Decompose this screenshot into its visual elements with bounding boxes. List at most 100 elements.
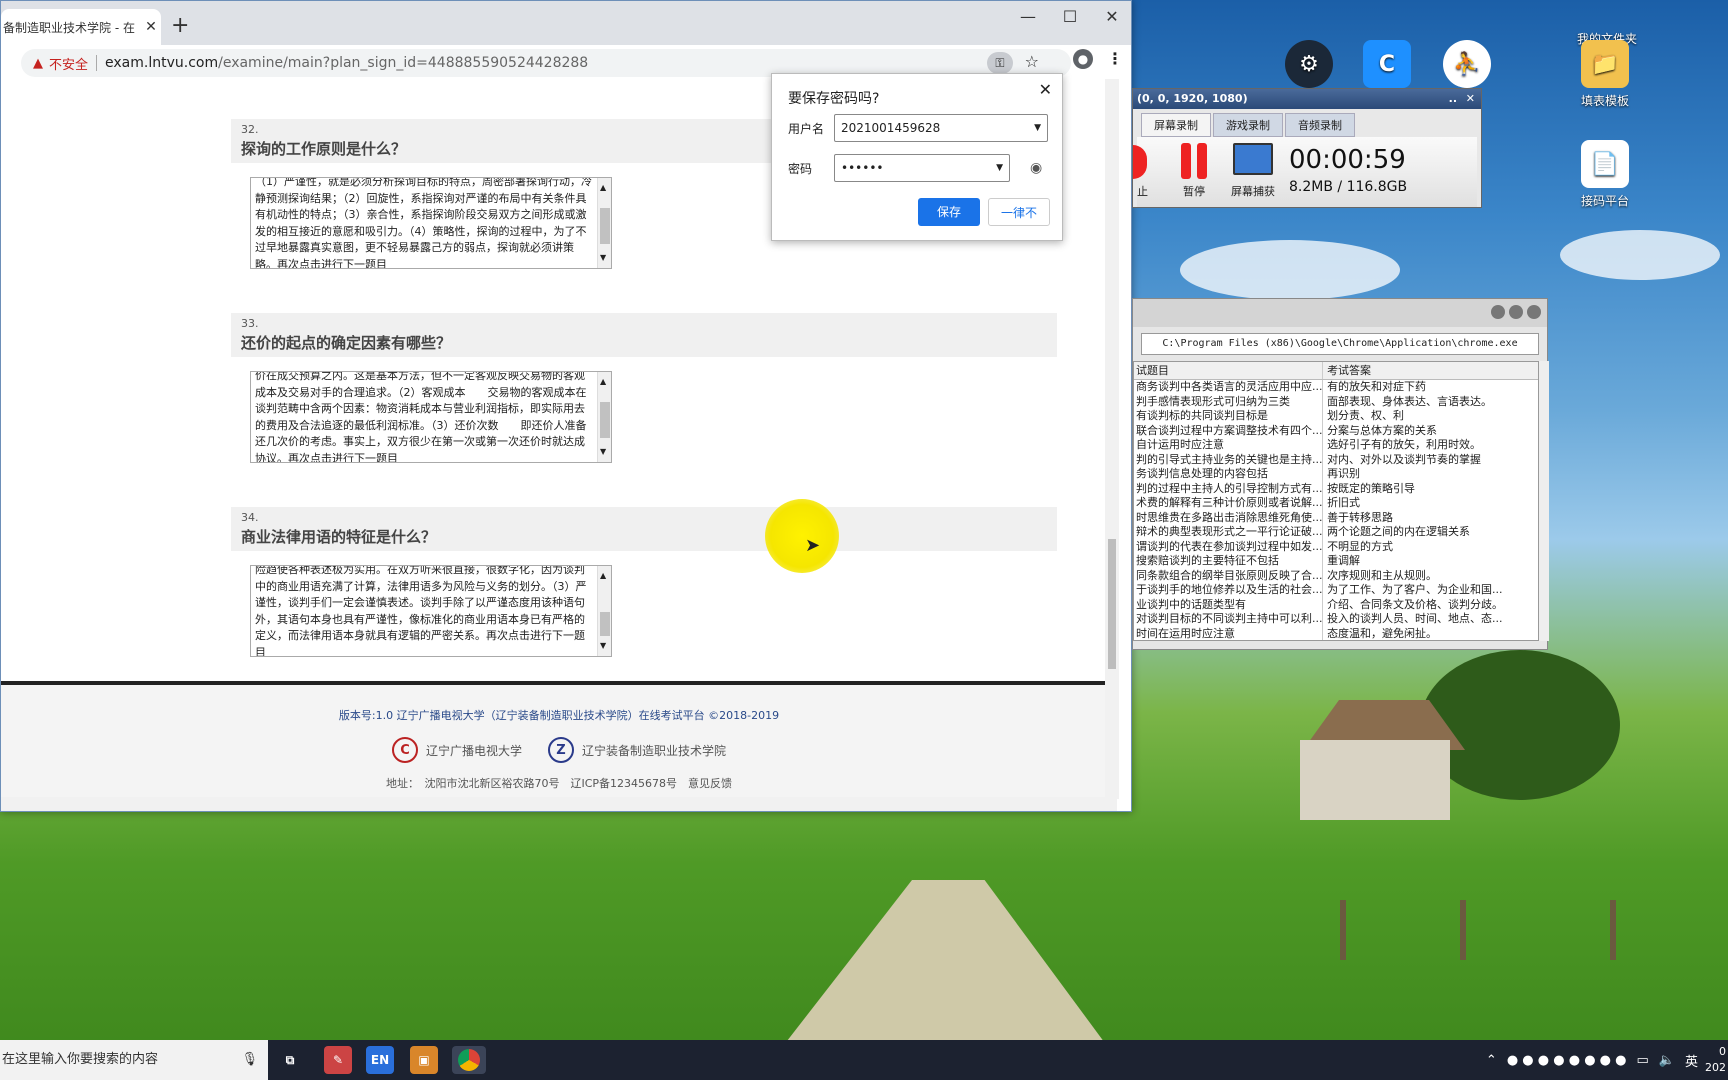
browser-tab[interactable]: 备制造职业技术学院 - 在 ✕ (1, 9, 161, 45)
recorder-title: (0, 0, 1920, 1080) (1137, 92, 1248, 105)
window-minimize-button[interactable]: — (1013, 7, 1043, 26)
scroll-thumb[interactable] (600, 402, 610, 438)
answer-cell: 不明显的方式 (1327, 539, 1394, 553)
recorder-minimize-button[interactable]: .. (1449, 89, 1457, 109)
files-taskbar-icon[interactable]: ▣ (410, 1046, 438, 1074)
table-row[interactable]: 对谈判目标的不同谈判主持中可以利... 投入的谈判人员、时间、地点、态... (1134, 612, 1538, 627)
sport-app-desktop-icon[interactable]: ⛹ (1432, 40, 1502, 92)
stop-icon[interactable] (1133, 145, 1147, 179)
clock[interactable]: 0 202 (1705, 1044, 1726, 1076)
key-icon[interactable]: ⚿ (987, 52, 1013, 74)
insecure-label[interactable]: 不安全 (49, 54, 88, 73)
table-row[interactable]: 务谈判信息处理的内容包括 再识别 (1134, 467, 1538, 482)
tab-audio-record[interactable]: 音频录制 (1285, 113, 1355, 137)
question-cell: 谓谈判的代表在参加谈判过程中如发... (1136, 539, 1324, 554)
table-row[interactable]: 同条款组合的纲举目张原则反映了合... 次序规则和主从规则。 (1134, 568, 1538, 583)
url-path: /examine/main?plan_sign_id=4488855905244… (218, 55, 589, 71)
username-select[interactable]: 2021001459628 ▼ (834, 114, 1048, 142)
chrome-taskbar-icon[interactable] (452, 1046, 486, 1074)
answer-cell: 介绍、合同条文及价格、谈判分歧。 (1327, 597, 1504, 611)
cloud (1560, 230, 1720, 280)
table-row[interactable]: 于谈判手的地位修养以及生活的社会... 为了工作、为了客户、为企业和国... (1134, 583, 1538, 598)
new-tab-button[interactable]: + (171, 13, 189, 38)
save-button[interactable]: 保存 (918, 198, 980, 226)
scroll-up-icon[interactable]: ▲ (600, 180, 606, 197)
scroll-down-icon[interactable]: ▼ (600, 250, 606, 267)
template-folder-label: 填表模板 (1580, 94, 1629, 108)
dialog-close-icon[interactable]: ✕ (1039, 80, 1052, 99)
input-language[interactable]: 英 (1685, 1051, 1698, 1070)
table-row[interactable]: 谓谈判的代表在参加谈判过程中如发... 不明显的方式 (1134, 539, 1538, 554)
warning-icon[interactable]: ▲ (33, 56, 43, 71)
tab-game-record[interactable]: 游戏录制 (1213, 113, 1283, 137)
table-row[interactable]: 自计运用时应注意 选好引子有的放矢，利用时效。 (1134, 438, 1538, 453)
never-button[interactable]: 一律不 (988, 198, 1050, 226)
table-row[interactable]: 判的过程中主持人的引导控制方式有... 按既定的策略引导 (1134, 481, 1538, 496)
bookmark-star-icon[interactable]: ☆ (1025, 52, 1039, 71)
answer-scrollbar[interactable]: ▲ ▼ (597, 566, 611, 656)
question-cell: 时思维贵在多路出击消除思维死角使... (1136, 510, 1324, 525)
scroll-thumb[interactable] (600, 208, 610, 244)
network-icon[interactable]: ▭ (1637, 1053, 1649, 1068)
scroll-up-icon[interactable]: ▲ (600, 374, 606, 391)
page-scroll-thumb[interactable] (1108, 539, 1116, 669)
scroll-down-icon[interactable]: ▼ (600, 444, 606, 461)
username-label: 用户名 (788, 121, 825, 136)
table-row[interactable]: 业谈判中的话题类型有 介绍、合同条文及价格、谈判分歧。 (1134, 597, 1538, 612)
process-path-field[interactable]: C:\Program Files (x86)\Google\Chrome\App… (1141, 333, 1539, 355)
dialog-title: 要保存密码吗? (788, 91, 880, 107)
scroll-down-icon[interactable]: ▼ (600, 638, 606, 655)
tool-minimize-button[interactable] (1491, 305, 1505, 319)
column-header-question[interactable]: 试题目 (1134, 362, 1324, 379)
answer-scrollbar[interactable]: ▲ ▼ (597, 372, 611, 462)
menu-icon[interactable]: ⋮ (1107, 49, 1123, 68)
scroll-thumb[interactable] (600, 612, 610, 636)
table-row[interactable]: 联合谈判过程中方案调整技术有四个... 分案与总体方案的关系 (1134, 423, 1538, 438)
table-row[interactable]: 时间在运用时应注意 态度温和，避免闲扯。 (1134, 626, 1538, 640)
window-maximize-button[interactable]: ☐ (1055, 7, 1085, 26)
question-cell: 自计运用时应注意 (1134, 438, 1324, 453)
task-view-icon[interactable]: ⧉ (276, 1046, 304, 1074)
account-icon[interactable]: ● (1073, 49, 1093, 69)
screen-capture-icon[interactable] (1233, 143, 1273, 175)
tray-expand-icon[interactable]: ⌃ (1486, 1053, 1497, 1068)
table-row[interactable]: 判的引导式主持业务的关键也是主持... 对内、对外以及谈判节奏的掌握 (1134, 452, 1538, 467)
table-row[interactable]: 判手感情表现形式可归纳为三类 面部表现、身体表达、言语表达。 (1134, 394, 1538, 409)
table-row[interactable]: 辩术的典型表现形式之一平行论证破... 两个论题之间的内在逻辑关系 (1134, 525, 1538, 540)
tab-close-icon[interactable]: ✕ (141, 19, 161, 35)
tool-maximize-button[interactable] (1509, 305, 1523, 319)
en-taskbar-icon[interactable]: EN (366, 1046, 394, 1074)
tab-screen-record[interactable]: 屏幕录制 (1141, 113, 1211, 137)
taskbar-search[interactable]: 在这里输入你要搜索的内容 🎙 (0, 1040, 268, 1080)
table-scrollbar[interactable] (1539, 361, 1549, 641)
steam-desktop-icon[interactable]: ⚙ (1274, 40, 1344, 92)
table-row[interactable]: 商务谈判中各类语言的灵活应用中应... 有的放矢和对症下药 (1134, 380, 1538, 395)
column-header-answer[interactable]: 考试答案 (1323, 362, 1538, 379)
table-row[interactable]: 时思维贵在多路出击消除思维死角使... 善于转移思路 (1134, 510, 1538, 525)
password-select[interactable]: •••••• ▼ (834, 154, 1010, 182)
scroll-up-icon[interactable]: ▲ (600, 568, 606, 585)
recorder-close-button[interactable]: ✕ (1466, 89, 1475, 109)
answer-textarea[interactable]: 险趋使各种表述极为实用。在双方听来很直接，很数字化，因为谈判中的商业用语充满了计… (250, 565, 612, 657)
tool-close-button[interactable] (1527, 305, 1541, 319)
show-password-eye-icon[interactable]: ◉ (1030, 160, 1042, 176)
tray-app-icons[interactable]: ● ● ● ● ● ● ● ● (1507, 1053, 1627, 1068)
code-platform-desktop-icon[interactable]: 📄 接码平台 (1570, 140, 1640, 209)
volume-icon[interactable]: 🔈 (1659, 1053, 1675, 1068)
window-close-button[interactable]: ✕ (1097, 7, 1127, 26)
table-row[interactable]: 有谈判标的共同谈判目标是 划分责、权、利 (1134, 409, 1538, 424)
table-row[interactable]: 术费的解释有三种计价原则或者说解... 折旧式 (1134, 496, 1538, 511)
app-desktop-icon[interactable]: C (1352, 40, 1422, 92)
template-folder-desktop-icon[interactable]: 📁 填表模板 (1570, 40, 1640, 109)
microphone-icon[interactable]: 🎙 (241, 1040, 258, 1080)
answer-textarea[interactable]: 价在成交预算之内。这是基本方法，但不一定客观反映交易物的客观成本及交易对手的合理… (250, 371, 612, 463)
url-text[interactable]: exam.lntvu.com/examine/main?plan_sign_id… (105, 55, 588, 71)
page-scrollbar[interactable] (1105, 79, 1119, 799)
browser-window: 备制造职业技术学院 - 在 ✕ + — ☐ ✕ ▲ 不安全 exam.lntvu… (0, 0, 1132, 812)
answer-textarea[interactable]: （1）严谨性，就是必须分析探询目标的特点，周密部署探询行动，冷静预测探询结果；（… (250, 177, 612, 269)
table-row[interactable]: 搜索赔谈判的主要特征不包括 重调解 (1134, 554, 1538, 569)
answer-scrollbar[interactable]: ▲ ▼ (597, 178, 611, 268)
app-taskbar-icon[interactable]: ✎ (324, 1046, 352, 1074)
horizontal-scrollbar[interactable] (1, 797, 1117, 811)
pause-button[interactable] (1177, 143, 1211, 179)
